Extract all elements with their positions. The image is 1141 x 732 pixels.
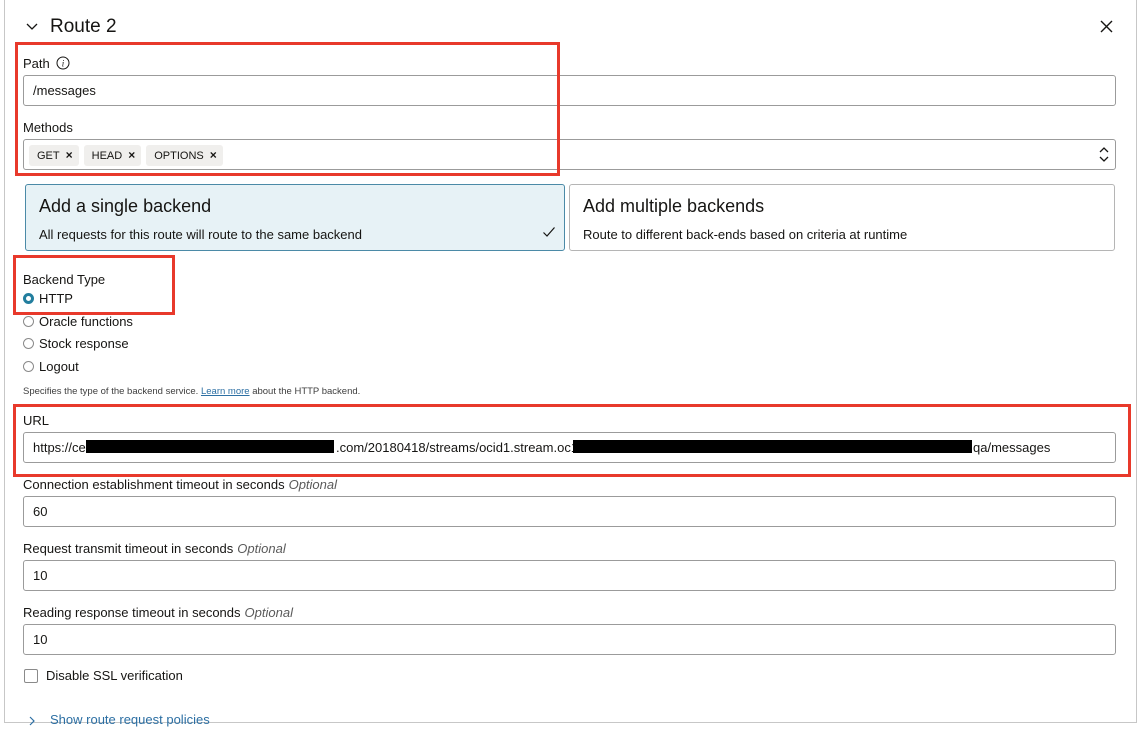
url-text-part1: https://ce xyxy=(33,440,86,455)
multiple-backends-card[interactable]: Add multiple backends Route to different… xyxy=(569,184,1115,251)
path-label: Path xyxy=(23,56,50,71)
backend-type-help: Specifies the type of the backend servic… xyxy=(23,386,361,397)
read-timeout-label: Reading response timeout in seconds Optio… xyxy=(23,605,293,620)
radio-oracle-functions-indicator[interactable] xyxy=(23,316,34,327)
chevron-right-icon[interactable] xyxy=(27,714,37,726)
close-icon[interactable] xyxy=(1099,19,1114,34)
remove-get-icon[interactable]: × xyxy=(66,148,73,162)
redaction-bar xyxy=(573,440,972,453)
redaction-bar xyxy=(86,440,334,453)
methods-label: Methods xyxy=(23,120,73,135)
single-backend-title: Add a single backend xyxy=(39,196,212,216)
method-chip-options: OPTIONS × xyxy=(146,145,223,166)
multiple-backends-title: Add multiple backends xyxy=(583,196,765,216)
select-arrows-icon[interactable] xyxy=(1098,146,1110,163)
radio-logout[interactable]: Logout xyxy=(23,359,79,374)
learn-more-link[interactable]: Learn more xyxy=(201,386,250,397)
radio-oracle-functions[interactable]: Oracle functions xyxy=(23,314,133,329)
radio-stock-response[interactable]: Stock response xyxy=(23,336,129,351)
method-chip-get: GET × xyxy=(29,145,79,166)
method-chip-head: HEAD × xyxy=(83,145,142,166)
radio-logout-indicator[interactable] xyxy=(23,361,34,372)
route-title: Route 2 xyxy=(50,16,117,37)
svg-text:i: i xyxy=(62,59,65,69)
single-backend-desc: All requests for this route will route t… xyxy=(39,227,362,242)
url-text-part2: .com/20180418/streams/ocid1.stream.oc1 xyxy=(336,440,579,455)
transmit-timeout-label: Request transmit timeout in seconds Optio… xyxy=(23,541,286,556)
multiple-backends-desc: Route to different back-ends based on cr… xyxy=(583,227,908,242)
ssl-checkbox[interactable] xyxy=(24,669,38,683)
chevron-down-icon[interactable] xyxy=(24,18,40,34)
methods-select[interactable]: GET × HEAD × OPTIONS × xyxy=(23,139,1116,170)
url-label: URL xyxy=(23,413,50,428)
info-icon[interactable]: i xyxy=(56,56,70,70)
transmit-timeout-input[interactable]: 10 xyxy=(23,560,1116,591)
single-backend-card[interactable]: Add a single backend All requests for th… xyxy=(25,184,565,251)
path-input[interactable]: /messages xyxy=(23,75,1116,106)
radio-http[interactable]: HTTP xyxy=(23,291,73,306)
url-text-part3: qa/messages xyxy=(973,440,1051,455)
read-timeout-input[interactable]: 10 xyxy=(23,624,1116,655)
radio-stock-response-indicator[interactable] xyxy=(23,338,34,349)
connect-timeout-label: Connection establishment timeout in seco… xyxy=(23,477,338,492)
connect-timeout-input[interactable]: 60 xyxy=(23,496,1116,527)
ssl-label: Disable SSL verification xyxy=(46,668,183,683)
backend-type-label: Backend Type xyxy=(23,272,106,287)
checkmark-icon xyxy=(542,225,556,239)
remove-options-icon[interactable]: × xyxy=(210,148,217,162)
radio-http-indicator[interactable] xyxy=(23,293,34,304)
remove-head-icon[interactable]: × xyxy=(128,148,135,162)
